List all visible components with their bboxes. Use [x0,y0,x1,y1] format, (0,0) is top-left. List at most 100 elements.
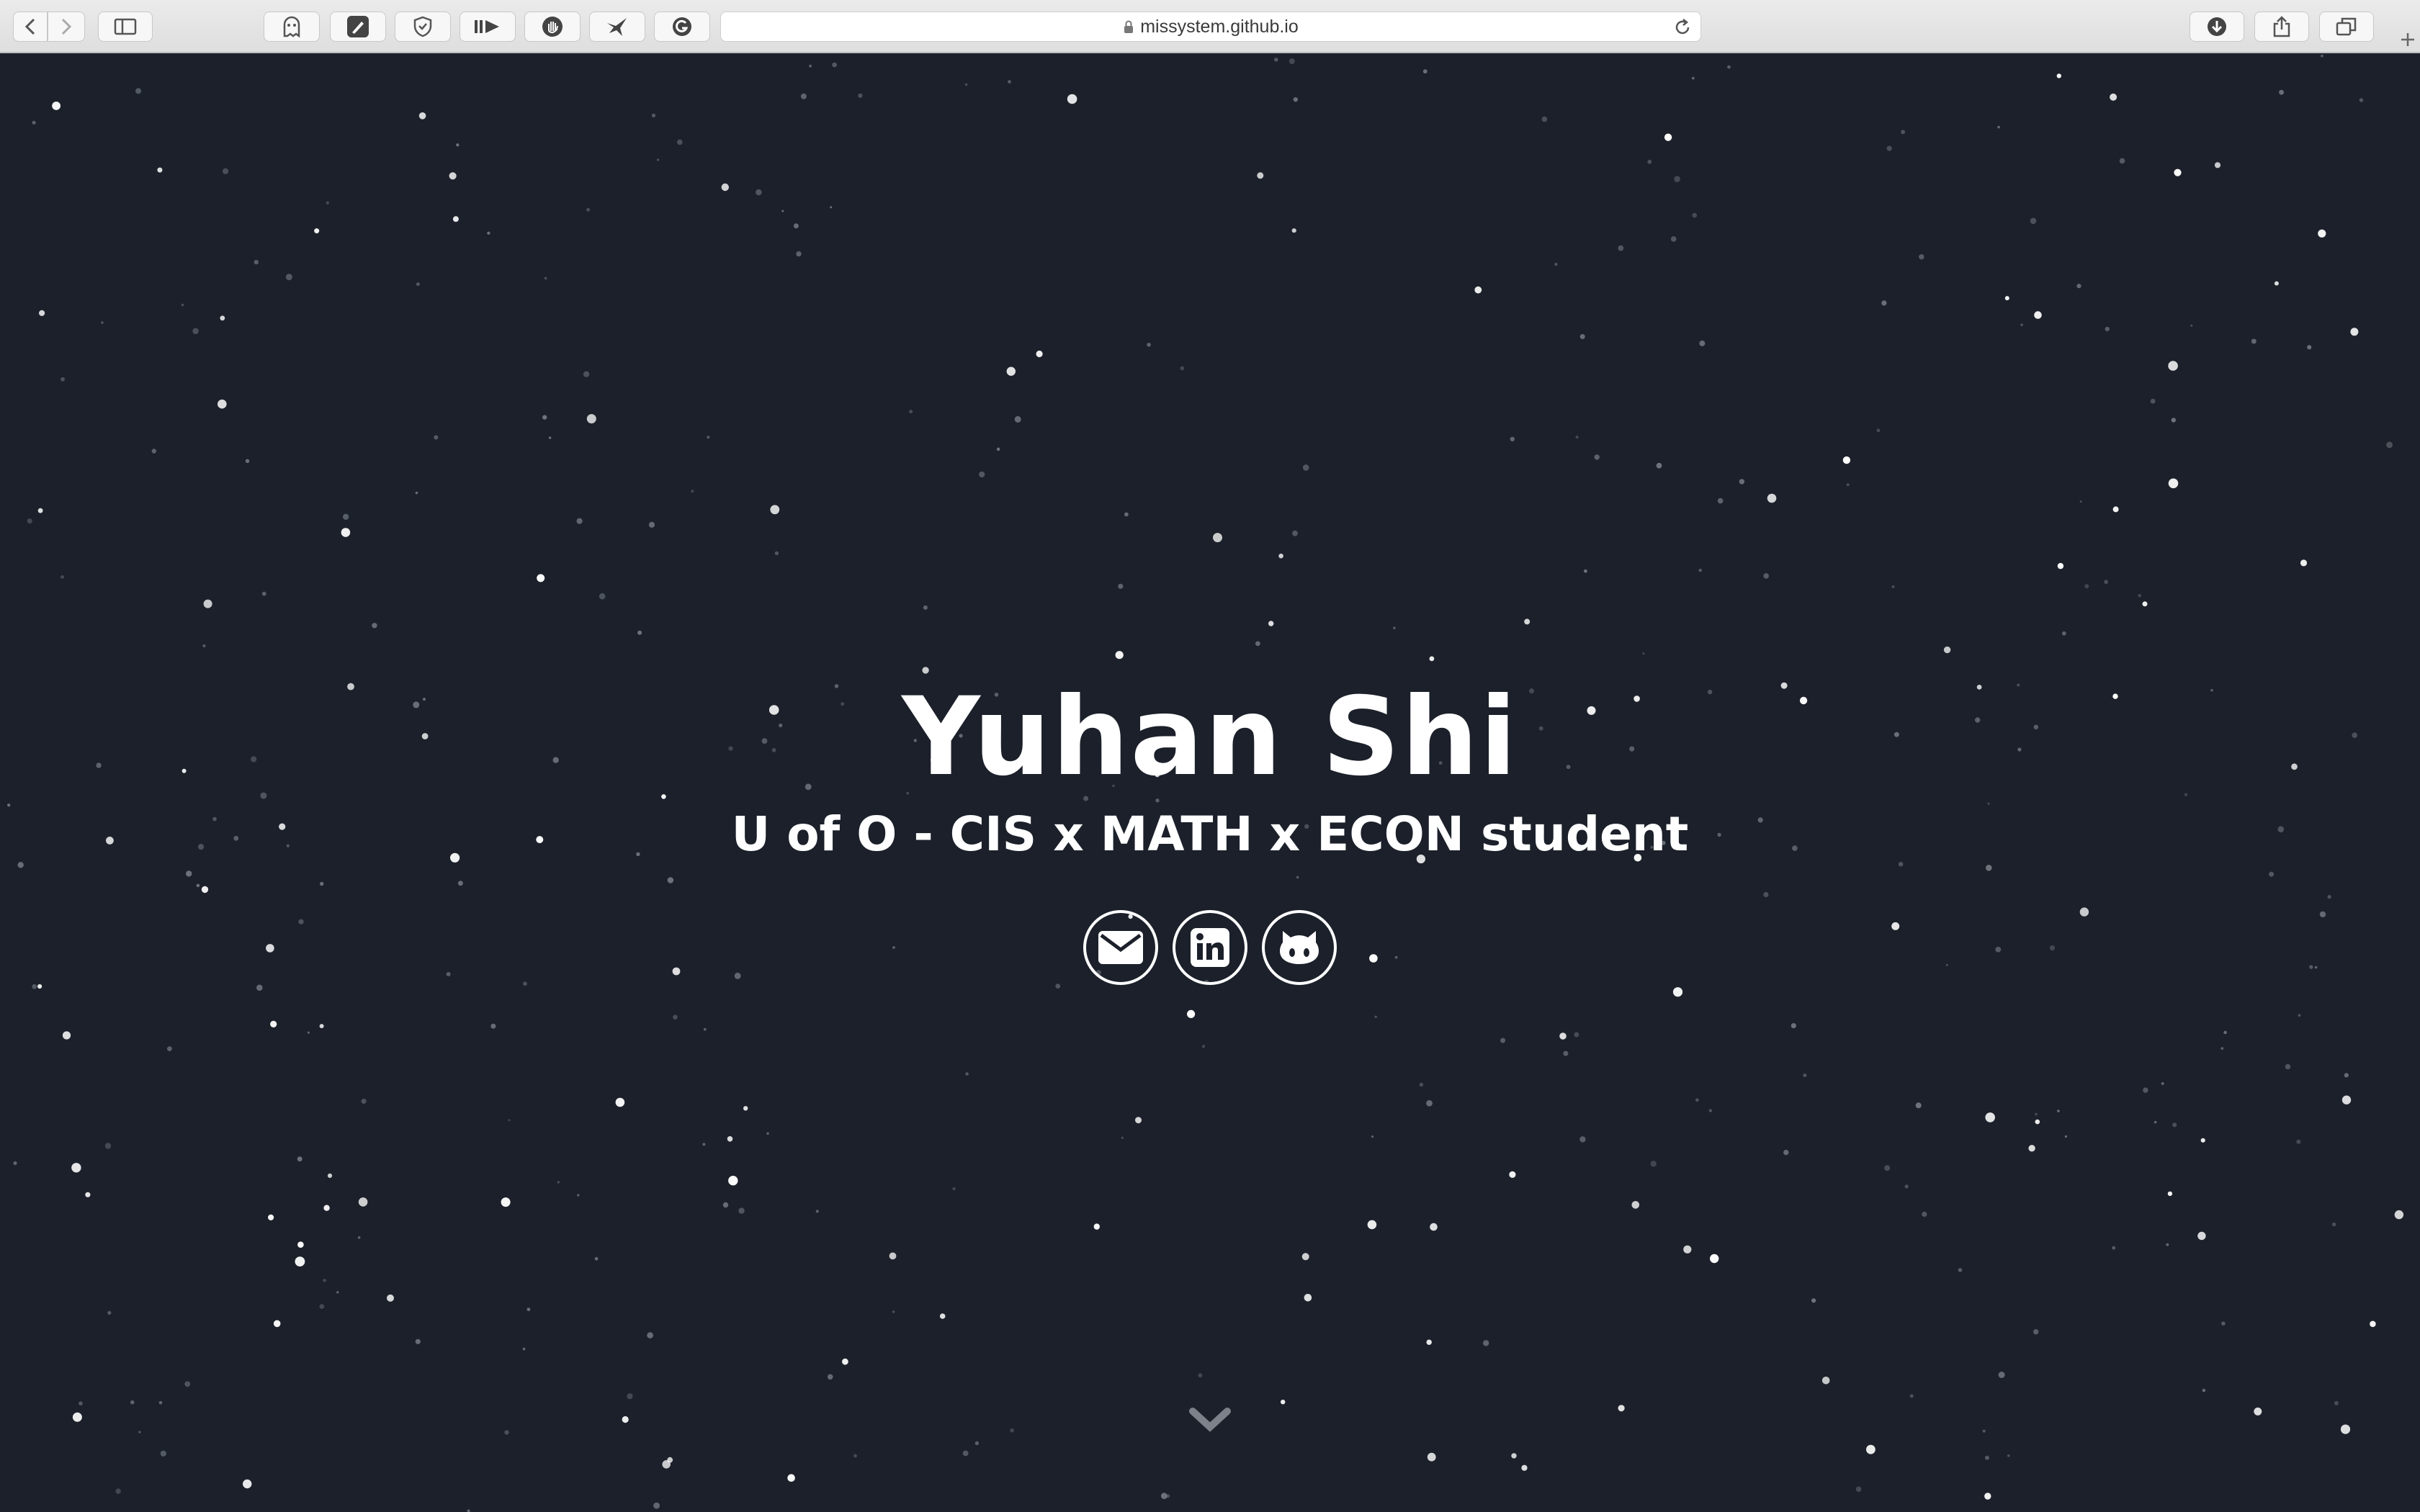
reload-icon[interactable] [1673,18,1692,37]
star-dot [1886,145,1892,151]
star-dot [245,459,250,463]
linkedin-link[interactable] [1173,910,1247,985]
new-tab-button[interactable] [2396,26,2420,53]
star-dot [449,172,457,180]
star-dot [256,984,263,991]
share-button[interactable] [2254,12,2309,42]
star-dot [2161,1082,2164,1085]
star-dot [2307,345,2312,350]
bird-extension-button[interactable] [589,12,645,42]
star-dot [1901,130,1906,135]
star-dot [2223,1030,2227,1035]
play-next-extension-button[interactable] [460,12,516,42]
star-dot [1419,1082,1424,1087]
star-dot [2318,229,2326,238]
star-dot [1691,76,1695,80]
star-dot [323,1279,326,1282]
star-dot [586,207,591,212]
star-dot [223,168,229,174]
star-dot [662,1460,671,1469]
pen-extension-button[interactable] [330,12,386,42]
star-dot [157,167,163,173]
star-dot [416,282,420,287]
star-dot [2254,1407,2262,1416]
star-dot [939,1313,946,1319]
star-dot [594,1256,599,1261]
star-dot [827,1374,833,1380]
star-dot [1474,286,1482,294]
star-dot [1618,245,1624,251]
star-dot [32,120,36,125]
star-dot [2172,1122,2177,1128]
star-dot [2200,1138,2205,1143]
star-dot [1575,436,1579,439]
forward-button[interactable] [48,12,85,42]
star-dot [2202,1388,2206,1392]
star-dot [728,1176,738,1186]
grammarly-extension-button[interactable] [654,12,710,42]
star-dot [1884,1165,1891,1171]
ghostery-extension-button[interactable] [264,12,320,42]
downloads-button[interactable] [2190,12,2244,42]
shield-extension-button[interactable] [395,12,451,42]
github-link[interactable] [1262,910,1337,985]
email-link[interactable] [1083,910,1158,985]
star-dot [273,1320,281,1328]
star-dot [2386,441,2393,449]
star-dot [1891,585,1895,588]
star-dot [1998,1372,2005,1378]
sidebar-button[interactable] [98,12,153,42]
star-dot [2028,1145,2035,1152]
star-dot [1692,212,1697,218]
star-dot [583,371,590,377]
star-dot [319,1304,325,1309]
star-dot [627,1393,633,1400]
star-dot [853,1454,857,1458]
star-dot [1213,533,1222,543]
star-dot [2142,601,2148,607]
star-dot [1670,236,1677,242]
star-dot [115,1488,121,1494]
hand-extension-button[interactable] [524,12,581,42]
star-dot [1698,568,1702,572]
star-dot [2056,73,2061,78]
star-dot [52,102,60,110]
tab-overview-button[interactable] [2319,12,2374,42]
star-dot [962,1450,969,1457]
star-dot [467,1509,470,1512]
star-dot [2350,328,2359,336]
star-dot [1683,1245,1692,1254]
star-dot [673,1014,678,1020]
star-dot [2300,559,2308,567]
star-dot [2105,326,2110,332]
star-dot [2138,594,2141,598]
star-dot [1866,1444,1876,1454]
star-dot [13,1161,17,1166]
star-dot [974,1441,980,1446]
star-dot [295,1256,305,1266]
star-dot [2359,98,2364,102]
star-dot [1115,651,1124,660]
star-dot [323,1205,330,1211]
star-dot [254,259,259,265]
address-bar[interactable]: missystem.github.io [720,12,1701,42]
star-dot [181,303,184,307]
star-dot [702,1143,706,1146]
hero-section: Yuhan Shi U of O - CIS x MATH x ECON stu… [0,672,2420,985]
star-dot [1281,1400,1286,1405]
star-dot [2110,93,2118,101]
star-dot [787,1474,795,1482]
star-dot [79,1401,83,1405]
star-dot [1876,428,1881,433]
chevron-down-icon[interactable] [1188,1407,1232,1433]
github-icon [1280,931,1319,964]
star-dot [418,112,426,120]
star-dot [243,1479,252,1489]
star-dot [1511,1453,1517,1459]
star-dot [104,1143,112,1149]
star-dot [1367,1220,1377,1230]
star-dot [1427,1452,1436,1462]
star-dot [1036,350,1043,358]
back-button[interactable] [13,12,48,42]
star-dot [135,88,142,94]
